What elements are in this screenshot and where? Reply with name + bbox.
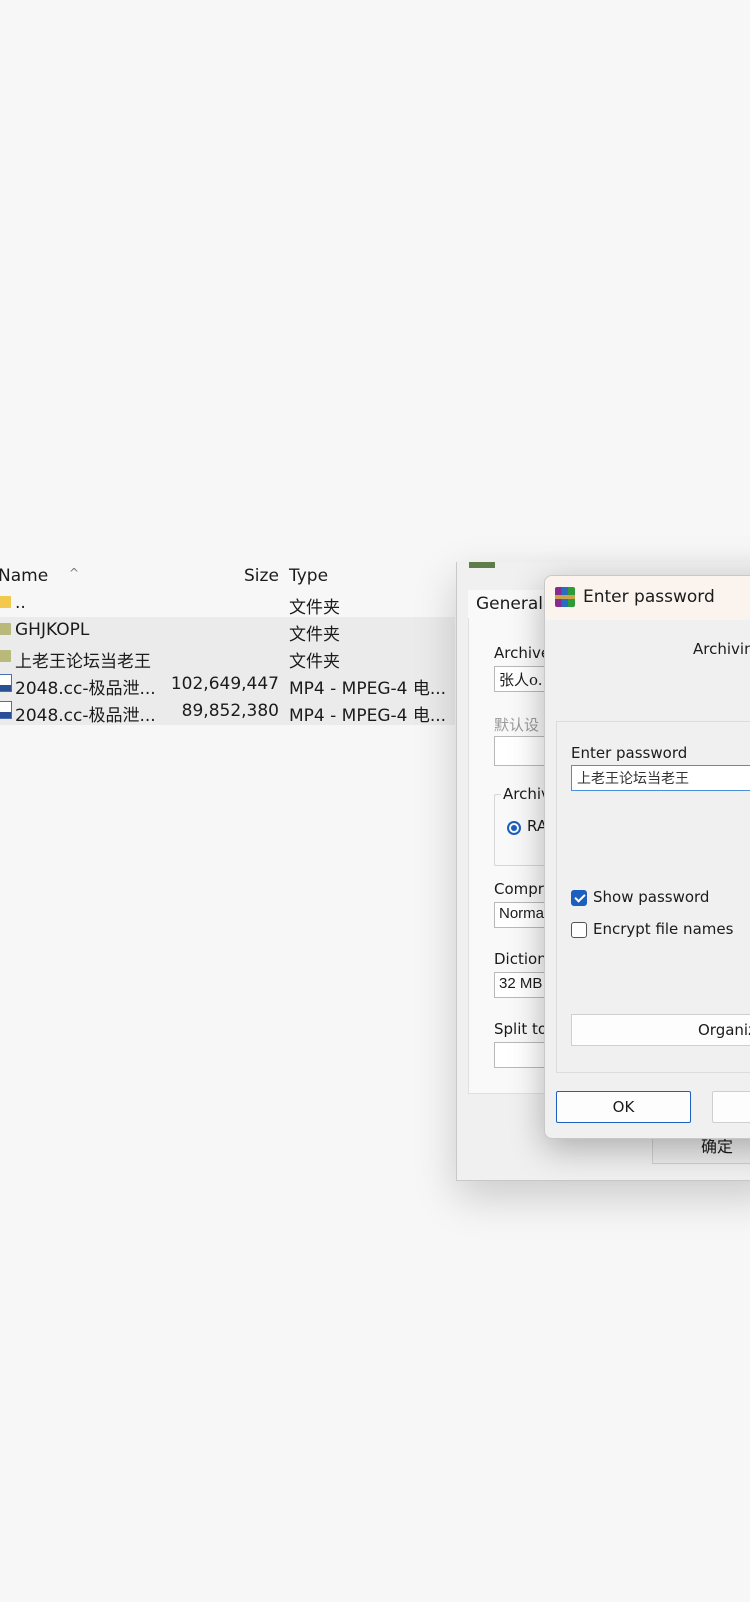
screen: ^ Name Size Type .. 文件夹 GHJKOPL 文件夹 上老王论… [0, 0, 750, 1602]
column-header-name[interactable]: Name [0, 566, 48, 586]
dialog-title: Enter password [583, 587, 715, 607]
file-name: GHJKOPL [15, 620, 90, 640]
enter-password-label: Enter password [571, 744, 688, 762]
file-name: .. [15, 593, 26, 613]
file-type: MP4 - MPEG-4 电... [289, 679, 447, 699]
sort-ascending-icon: ^ [69, 566, 80, 580]
password-input[interactable]: 上老王论坛当老王 [571, 765, 750, 791]
show-password-checkbox[interactable] [571, 890, 587, 906]
enter-password-dialog: Enter password Archivin Enter password 上… [544, 575, 750, 1139]
list-item[interactable]: .. 文件夹 [0, 590, 455, 618]
tab-general[interactable]: General [468, 590, 551, 618]
file-name: 上老王论坛当老王 [15, 652, 151, 672]
column-header-type[interactable]: Type [289, 566, 328, 586]
dialog-subtitle: Archivin [693, 640, 750, 658]
organize-passwords-button[interactable]: Organiz [571, 1014, 750, 1046]
password-group: Enter password 上老王论坛当老王 Show password En… [556, 721, 750, 1073]
video-file-icon [0, 674, 12, 692]
file-type: 文件夹 [289, 598, 340, 618]
profile-label: 默认设 [494, 716, 540, 734]
winrar-icon [555, 587, 575, 607]
encrypt-file-names-label[interactable]: Encrypt file names [593, 920, 733, 938]
file-list: ^ Name Size Type .. 文件夹 GHJKOPL 文件夹 上老王论… [0, 560, 455, 726]
archive-dialog-icon [469, 562, 495, 568]
show-password-label[interactable]: Show password [593, 888, 709, 906]
folder-up-icon [0, 596, 11, 608]
folder-icon [0, 623, 11, 635]
ok-button[interactable]: OK [556, 1091, 691, 1123]
file-type: MP4 - MPEG-4 电... [289, 706, 447, 726]
folder-icon [0, 650, 11, 662]
list-item[interactable]: GHJKOPL 文件夹 [0, 617, 455, 645]
file-type: 文件夹 [289, 625, 340, 645]
cancel-button[interactable] [712, 1091, 750, 1123]
archive-name-label: Archive [494, 644, 551, 662]
file-type: 文件夹 [289, 652, 340, 672]
encrypt-file-names-checkbox[interactable] [571, 922, 587, 938]
list-item[interactable]: 上老王论坛当老王 文件夹 [0, 644, 455, 672]
rar-radio[interactable] [507, 821, 521, 835]
list-item[interactable]: 2048.cc-极品泄... 102,649,447 MP4 - MPEG-4 … [0, 671, 455, 699]
file-name: 2048.cc-极品泄... [15, 706, 156, 726]
list-header: ^ Name Size Type [0, 560, 455, 590]
split-label: Split to [494, 1020, 548, 1038]
title-bar: Enter password [545, 576, 750, 620]
file-size: 89,852,380 [181, 701, 279, 721]
video-file-icon [0, 701, 12, 719]
list-item[interactable]: 2048.cc-极品泄... 89,852,380 MP4 - MPEG-4 电… [0, 698, 455, 726]
file-name: 2048.cc-极品泄... [15, 679, 156, 699]
column-header-size[interactable]: Size [244, 566, 279, 586]
file-size: 102,649,447 [170, 674, 279, 694]
